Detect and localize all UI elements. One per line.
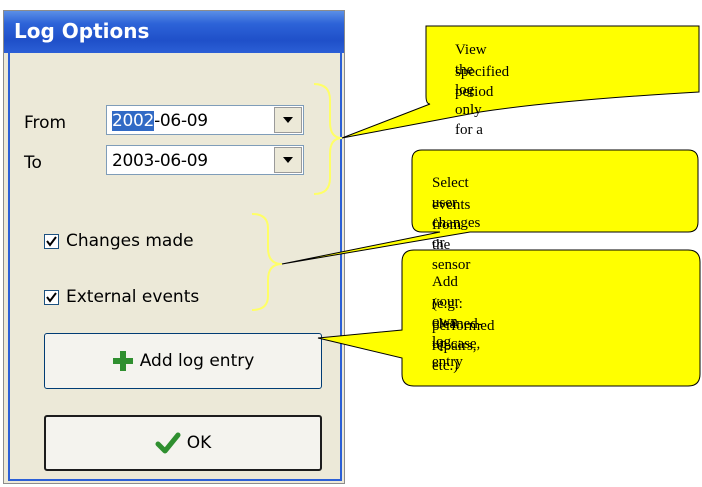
checkboxes-bracket xyxy=(251,213,283,311)
entry-callout-line3: performed repairs, etc.) xyxy=(432,318,495,374)
entry-callout-shape xyxy=(317,249,701,387)
period-callout-shape xyxy=(341,25,700,139)
dates-bracket xyxy=(313,83,343,195)
events-callout-line2: events from the sensor xyxy=(432,197,471,273)
period-callout-line2: specified period xyxy=(455,64,510,100)
annotation-overlay xyxy=(251,25,701,387)
events-callout-shape xyxy=(281,149,699,265)
